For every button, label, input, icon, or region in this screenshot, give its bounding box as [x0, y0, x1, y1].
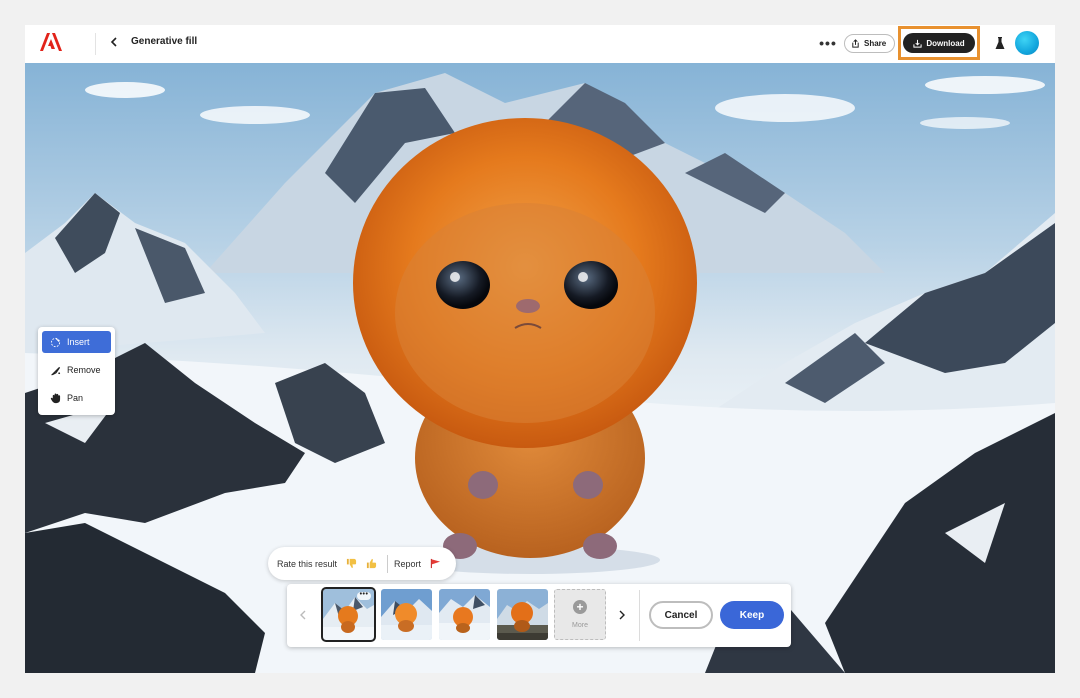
insert-tool[interactable]: Insert [42, 331, 111, 353]
thumbnail-image [497, 589, 548, 640]
insert-brush-icon [50, 337, 61, 347]
more-variations-button[interactable]: + More [554, 589, 606, 640]
flag-icon[interactable] [427, 556, 443, 572]
app-window: Generative fill ••• Share Download Inser… [25, 25, 1055, 673]
next-chevron-icon[interactable] [615, 606, 629, 624]
download-label: Download [926, 38, 965, 48]
download-icon [913, 39, 922, 48]
adobe-logo-icon[interactable] [39, 32, 63, 52]
header-divider [95, 33, 96, 55]
thumbnail-image [439, 589, 490, 640]
share-label: Share [864, 39, 887, 48]
variation-thumbnail-2[interactable] [381, 589, 432, 640]
insert-tool-label: Insert [67, 337, 90, 347]
share-icon [852, 39, 859, 48]
rating-bar: Rate this result Report [268, 547, 456, 580]
remove-brush-icon [50, 366, 61, 375]
remove-tool[interactable]: Remove [42, 359, 111, 381]
top-bar: Generative fill ••• Share Download [25, 25, 1055, 63]
variation-thumbnail-4[interactable] [497, 589, 548, 640]
thumbs-up-icon[interactable] [363, 556, 379, 572]
back-chevron-icon[interactable] [105, 33, 123, 51]
share-button[interactable]: Share [844, 34, 896, 53]
rate-prompt: Rate this result [277, 558, 338, 569]
prev-chevron-icon[interactable] [296, 606, 310, 624]
variation-thumbnail-1[interactable]: ••• [321, 587, 376, 642]
cancel-button[interactable]: Cancel [649, 601, 713, 629]
page-title: Generative fill [131, 36, 198, 47]
keep-button[interactable]: Keep [720, 601, 784, 629]
variations-bar: ••• + More Cancel Keep [287, 584, 791, 647]
more-options-button[interactable]: ••• [818, 33, 838, 53]
remove-tool-label: Remove [67, 365, 101, 375]
download-button[interactable]: Download [903, 33, 975, 53]
flask-icon[interactable] [993, 35, 1007, 51]
variations-divider [639, 590, 640, 641]
variation-thumbnail-3[interactable] [439, 589, 490, 640]
more-variations-label: More [572, 622, 588, 629]
thumbnail-image [381, 589, 432, 640]
tool-panel: Insert Remove Pan [38, 327, 115, 415]
generated-image [25, 73, 1055, 673]
rate-divider [387, 554, 389, 573]
pan-tool[interactable]: Pan [42, 387, 111, 409]
user-avatar[interactable] [1015, 31, 1039, 55]
hand-icon [50, 392, 61, 403]
thumbnail-more-icon[interactable]: ••• [357, 591, 371, 600]
image-canvas[interactable]: Insert Remove Pan Rate this result Repor… [25, 63, 1055, 673]
report-link[interactable]: Report [394, 559, 421, 569]
pan-tool-label: Pan [67, 393, 84, 403]
thumbs-down-icon[interactable] [343, 556, 359, 572]
plus-icon: + [573, 600, 587, 614]
